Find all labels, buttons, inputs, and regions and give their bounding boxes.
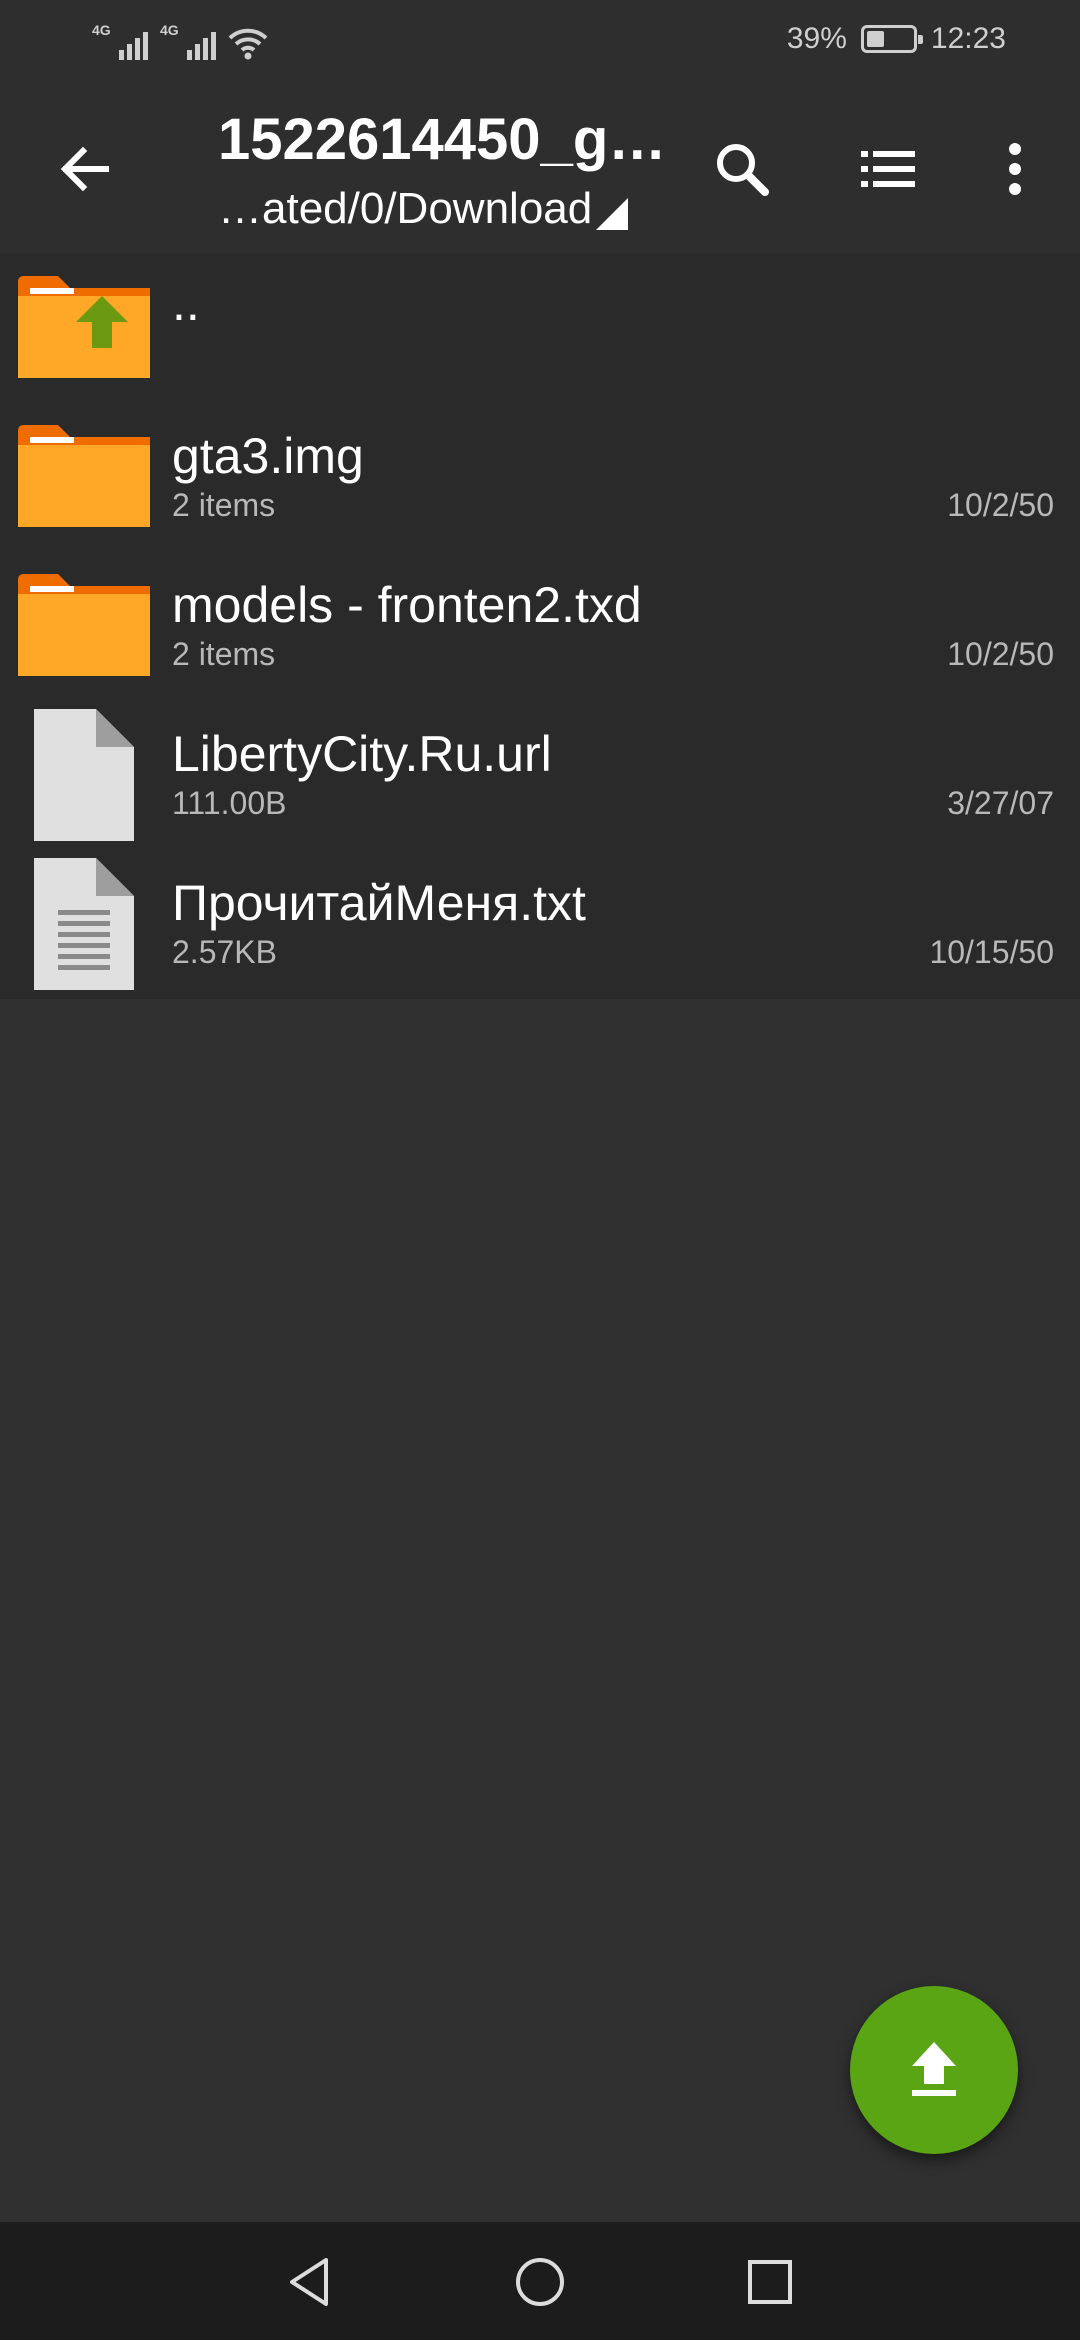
search-icon[interactable]: [707, 134, 777, 204]
file-size: 111.00B: [172, 785, 287, 821]
list-item-file[interactable]: ПрочитайМеня.txt 2.57KB 10/15/50: [0, 850, 1080, 999]
text-file-icon: [34, 858, 134, 990]
modified-date: 3/27/07: [947, 785, 1054, 821]
nav-recents-icon[interactable]: [740, 2252, 800, 2312]
list-item-file[interactable]: LibertyCity.Ru.url 111.00B 3/27/07: [0, 701, 1080, 850]
item-count: 2 items: [172, 487, 276, 523]
more-vert-icon[interactable]: [980, 134, 1050, 204]
file-manager-screen: 4G 4G 39% 12:23 1522614450_g… …ated/0/Do…: [0, 0, 1080, 2340]
modified-date: 10/15/50: [929, 934, 1054, 970]
modified-date: 10/2/50: [947, 636, 1054, 672]
list-item-parent[interactable]: ..: [0, 254, 1080, 403]
list-item-folder[interactable]: gta3.img 2 items 10/2/50: [0, 403, 1080, 552]
list-view-icon[interactable]: [853, 134, 923, 204]
folder-icon: [18, 574, 150, 676]
upload-icon: [912, 2042, 956, 2096]
list-item-folder[interactable]: models - fronten2.txd 2 items 10/2/50: [0, 552, 1080, 701]
file-name: LibertyCity.Ru.url: [172, 726, 552, 782]
cell-signal-icon-2: 4G: [160, 20, 216, 60]
file-name: ..: [172, 275, 200, 331]
status-left: 4G 4G: [92, 20, 268, 60]
app-toolbar: 1522614450_g… …ated/0/Download: [0, 84, 1080, 254]
cell-signal-icon: 4G: [92, 20, 148, 60]
wifi-icon: [228, 28, 268, 60]
battery-icon: [860, 25, 923, 53]
path-selector[interactable]: …ated/0/Download: [218, 184, 629, 234]
system-nav-bar: [0, 2222, 1080, 2340]
battery-percent: 39%: [786, 22, 847, 55]
file-size: 2.57KB: [172, 934, 277, 970]
modified-date: 10/2/50: [947, 487, 1054, 523]
file-name: gta3.img: [172, 428, 364, 484]
status-right: 39% 12:23: [787, 22, 1006, 56]
path-label: …ated/0/Download: [218, 184, 593, 233]
network-type-1: 4G: [92, 22, 111, 38]
folder-icon: [18, 425, 150, 527]
network-type-2: 4G: [160, 22, 179, 38]
file-name: ПрочитайМеня.txt: [172, 875, 586, 931]
back-arrow-icon[interactable]: [50, 134, 120, 204]
item-count: 2 items: [172, 636, 276, 672]
parent-folder-icon: [18, 276, 150, 378]
upload-fab[interactable]: [850, 1986, 1018, 2154]
file-list: .. gta3.img 2 items 10/2/50 models - fro…: [0, 254, 1080, 999]
folder-title: 1522614450_g…: [218, 107, 667, 172]
status-bar: 4G 4G 39% 12:23: [0, 0, 1080, 84]
clock: 12:23: [930, 22, 1006, 55]
nav-home-icon[interactable]: [510, 2252, 570, 2312]
nav-back-icon[interactable]: [280, 2252, 340, 2312]
file-icon: [34, 709, 134, 841]
file-name: models - fronten2.txd: [172, 577, 642, 633]
dropdown-triangle-icon: [596, 198, 629, 230]
